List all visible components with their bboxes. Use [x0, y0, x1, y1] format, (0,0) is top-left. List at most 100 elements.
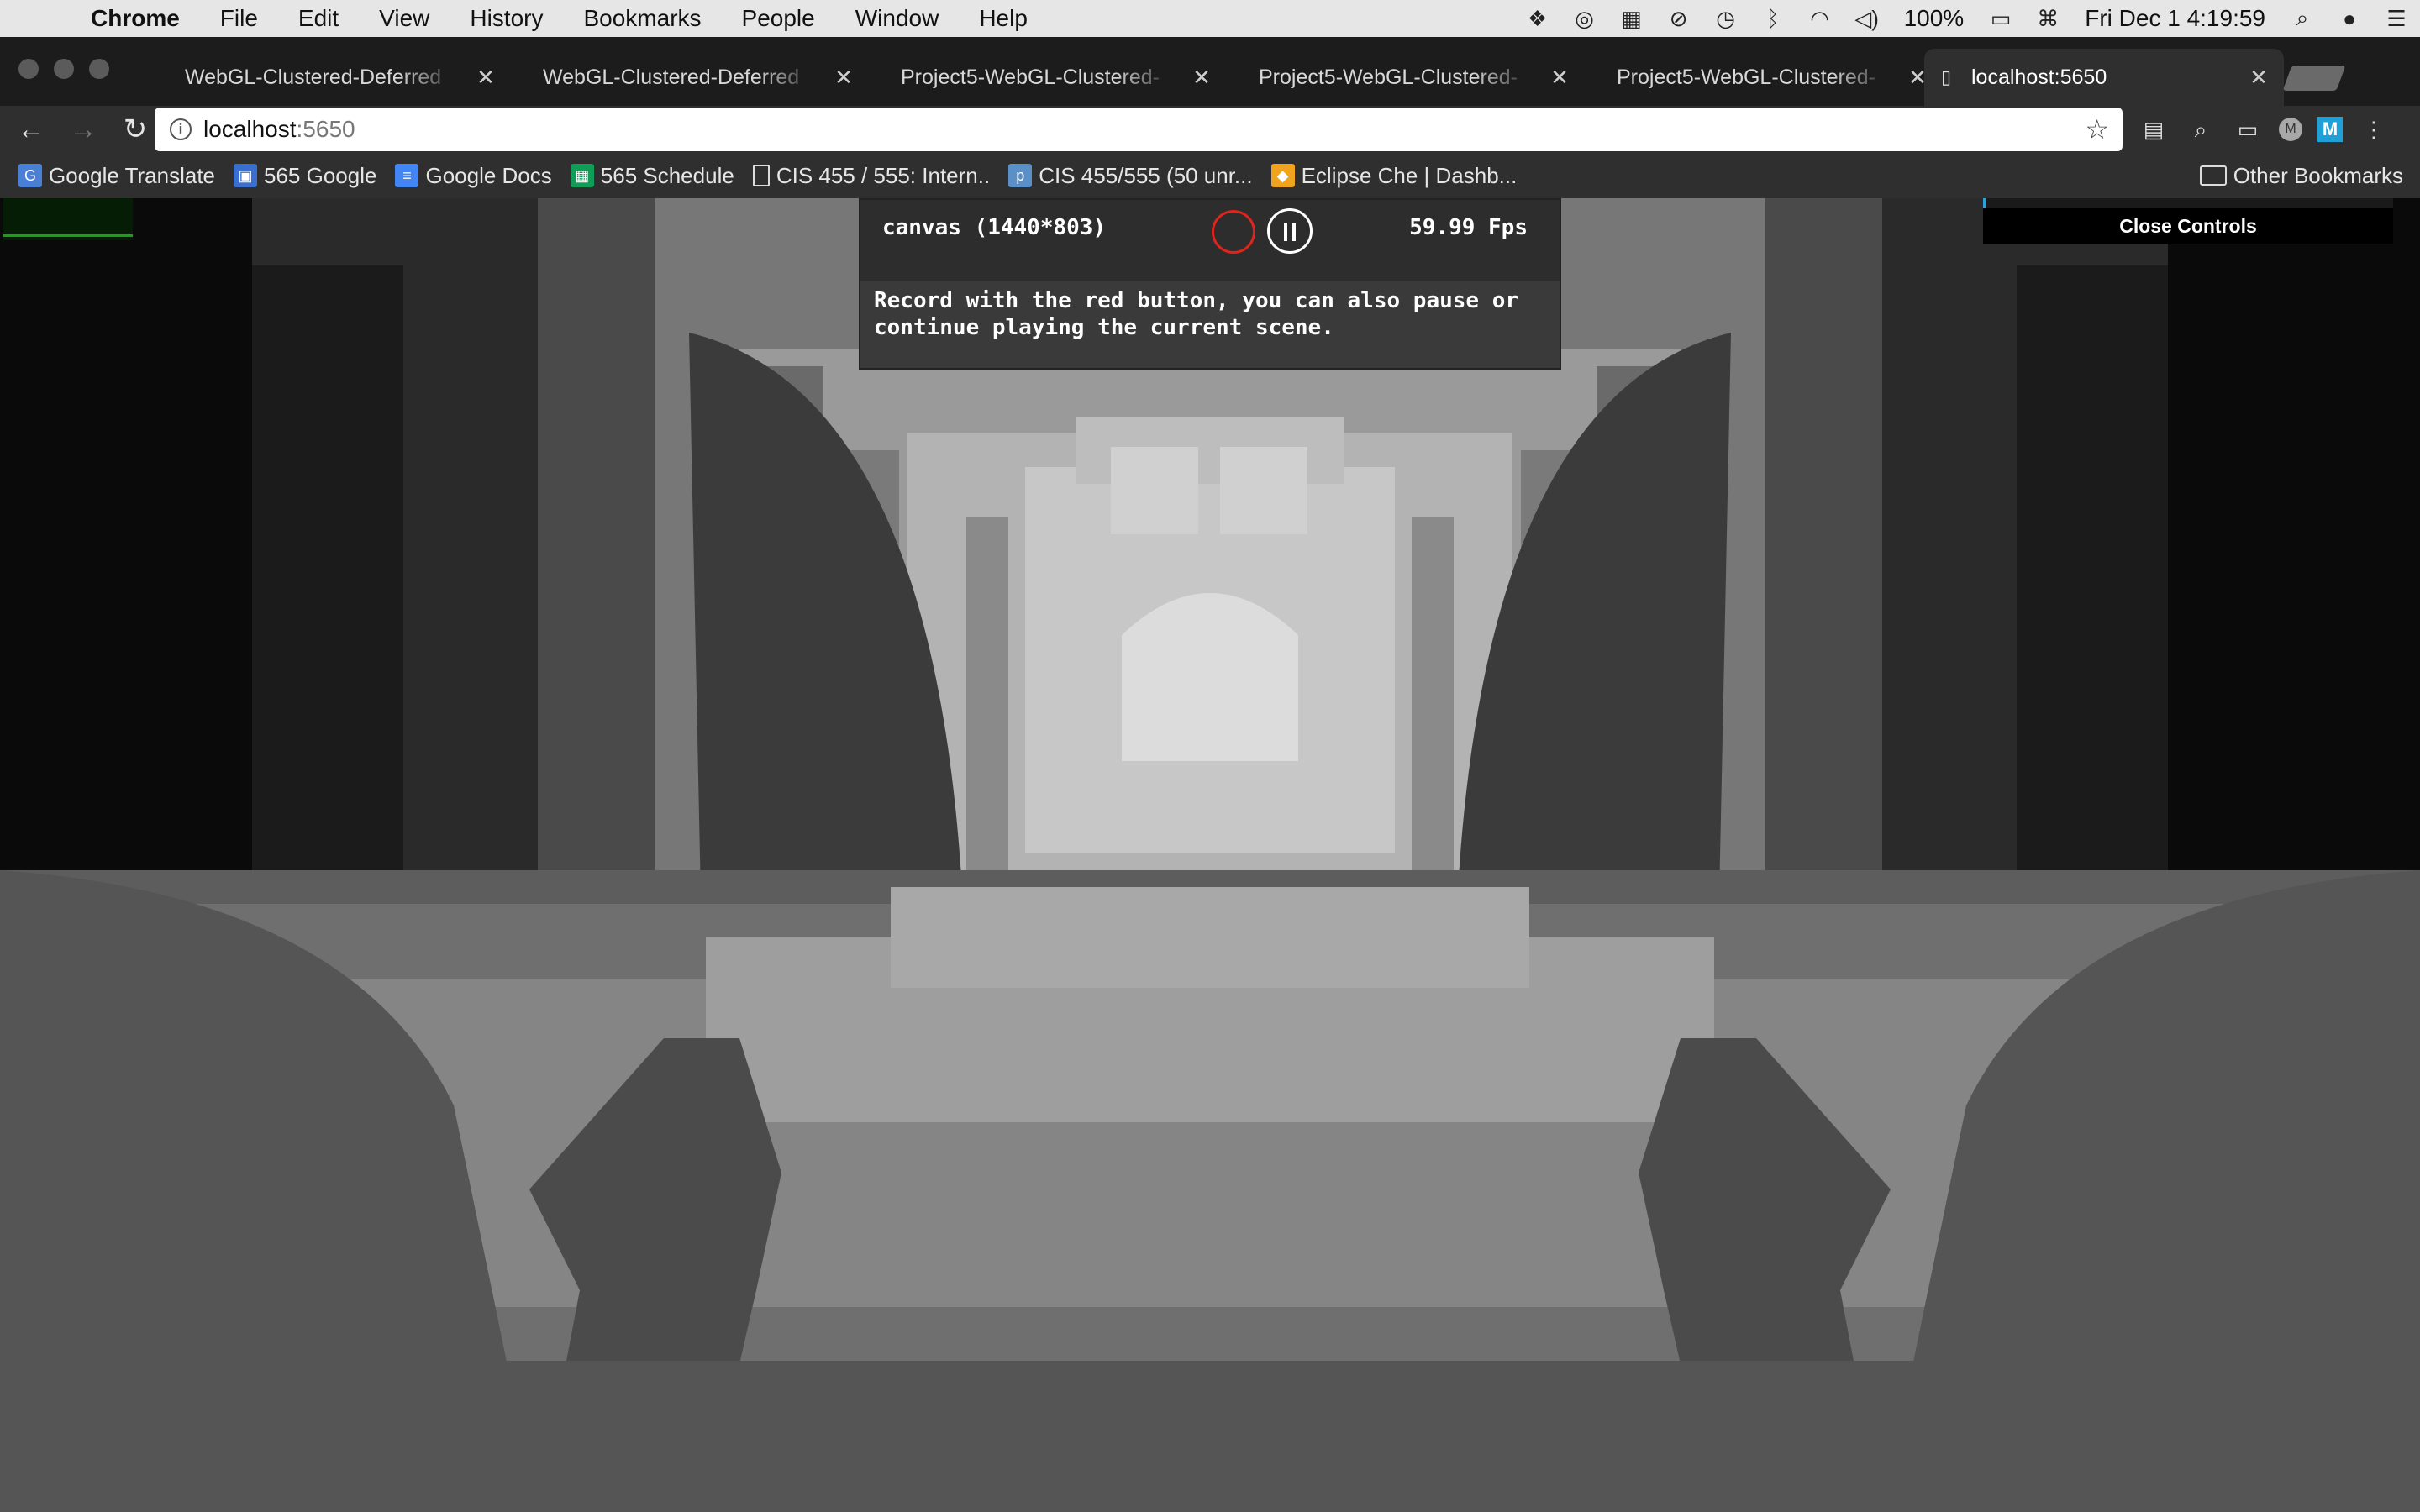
menu-view[interactable]: View — [359, 5, 450, 32]
close-tab-icon[interactable]: ✕ — [2233, 65, 2284, 91]
creative-cloud-icon[interactable]: ◎ — [1561, 6, 1608, 32]
webgl-viewport[interactable]: canvas (1440*803) 59.99 Fps Record with … — [0, 198, 2420, 1512]
bookmark-label: CIS 455/555 (50 unr... — [1039, 162, 1253, 188]
folder-icon — [2199, 165, 2227, 186]
close-tab-icon[interactable]: ✕ — [460, 65, 511, 91]
google-sites-icon: ▣ — [234, 164, 258, 187]
info-icon[interactable]: i — [170, 118, 192, 140]
piazza-icon: p — [1008, 164, 1033, 187]
recorder-header — [860, 200, 1560, 281]
tab[interactable]: WebGL-Clustered-Deferred ✕ — [151, 49, 511, 106]
page-icon: ▯ — [1941, 66, 1952, 87]
bluetooth-icon[interactable]: ᛒ — [1749, 6, 1797, 32]
bookmark-cis-455-intern[interactable]: CIS 455 / 555: Intern.. — [752, 163, 990, 189]
tab[interactable]: Project5-WebGL-Clustered- ✕ — [867, 49, 1227, 106]
bookmarks-bar: G Google Translate ▣ 565 Google ≡ Google… — [0, 153, 2420, 198]
reload-icon[interactable]: ↻ — [114, 113, 156, 146]
fps-counter: 59.99 Fps — [1409, 215, 1528, 240]
menu-history[interactable]: History — [450, 5, 563, 32]
bookmark-565-google[interactable]: ▣ 565 Google — [234, 163, 376, 189]
profile-extension-icon[interactable]: M — [2279, 118, 2302, 141]
tab-title: Project5-WebGL-Clustered- — [1617, 65, 1876, 89]
notification-center-icon[interactable]: ☰ — [2373, 6, 2420, 32]
docker-icon[interactable]: ▦ — [1608, 6, 1655, 32]
canvas-size-label: canvas (1440*803) — [882, 215, 1107, 240]
recorder-hint: Record with the red button, you can also… — [874, 288, 1519, 340]
bookmark-google-docs[interactable]: ≡ Google Docs — [395, 162, 552, 189]
bookmark-eclipse-che[interactable]: ◆ Eclipse Che | Dashb... — [1270, 162, 1518, 189]
time-machine-icon[interactable]: ◷ — [1702, 6, 1749, 32]
tab[interactable]: Project5-WebGL-Clustered- ✕ — [1583, 49, 1943, 106]
bookmark-label: Google Docs — [425, 162, 552, 188]
menu-file[interactable]: File — [200, 5, 278, 32]
browser-toolbar: ← → ↻ i localhost:5650 ☆ ▤ ⌕ ▭ M M ⋮ — [0, 106, 2420, 153]
close-window-button[interactable] — [18, 59, 39, 79]
zoom-window-button[interactable] — [89, 59, 109, 79]
tab-title: WebGL-Clustered-Deferred — [543, 65, 800, 89]
google-translate-icon: G — [18, 164, 42, 187]
menu-edit[interactable]: Edit — [278, 5, 359, 32]
minimize-window-button[interactable] — [54, 59, 74, 79]
forward-arrow-icon[interactable]: → — [62, 113, 104, 146]
battery-icon[interactable]: ▭ — [1977, 6, 2024, 32]
menu-people[interactable]: People — [722, 5, 835, 32]
battery-percent[interactable]: 100% — [1891, 5, 1978, 32]
close-controls-button[interactable]: Close Controls — [1983, 208, 2393, 244]
gui-controls-strip[interactable] — [1983, 198, 2393, 208]
stats-graph-line — [3, 234, 133, 237]
bookmark-label: 565 Schedule — [600, 162, 734, 188]
tab-title: Project5-WebGL-Clustered- — [1259, 65, 1518, 89]
rendered-scene[interactable] — [0, 198, 2420, 1512]
tab-strip: WebGL-Clustered-Deferred ✕ WebGL-Cluster… — [0, 37, 2420, 106]
close-tab-icon[interactable]: ✕ — [1534, 65, 1585, 91]
more-menu-icon[interactable]: ⋮ — [2358, 115, 2390, 144]
tab-title: WebGL-Clustered-Deferred — [185, 65, 442, 89]
bookmark-label: 565 Google — [264, 162, 377, 188]
other-bookmarks-label: Other Bookmarks — [2233, 162, 2403, 188]
menu-bookmarks[interactable]: Bookmarks — [563, 5, 721, 32]
volume-icon[interactable]: ◁) — [1844, 6, 1891, 32]
m-extension-icon[interactable]: M — [2317, 117, 2343, 142]
google-sheets-icon: ▦ — [570, 164, 594, 187]
window-controls — [18, 59, 109, 79]
url-host: localhost — [203, 116, 297, 142]
page-icon — [752, 165, 770, 186]
cast-icon[interactable]: ▭ — [2232, 115, 2264, 144]
bookmark-cis-455-piazza[interactable]: p CIS 455/555 (50 unr... — [1008, 162, 1253, 189]
bookmark-565-schedule[interactable]: ▦ 565 Schedule — [570, 162, 734, 189]
bookmark-label: Eclipse Che | Dashb... — [1301, 162, 1518, 188]
bookmark-google-translate[interactable]: G Google Translate — [18, 163, 215, 189]
url-text[interactable]: localhost:5650 — [203, 116, 355, 143]
bookmark-star-icon[interactable]: ☆ — [2085, 113, 2109, 145]
dropbox-icon[interactable]: ❖ — [1514, 6, 1561, 32]
pause-button[interactable] — [1267, 208, 1313, 254]
stats-graph[interactable] — [3, 198, 133, 240]
address-bar[interactable]: i localhost:5650 ☆ — [155, 108, 2123, 151]
tab-active[interactable]: ▯ localhost:5650 ✕ — [1924, 49, 2284, 106]
other-bookmarks[interactable]: Other Bookmarks — [2199, 162, 2403, 189]
close-tab-icon[interactable]: ✕ — [1176, 65, 1227, 91]
tab-title: localhost:5650 — [1971, 65, 2107, 89]
menu-window[interactable]: Window — [835, 5, 960, 32]
extension-icon[interactable]: ▤ — [2138, 115, 2170, 144]
back-arrow-icon[interactable]: ← — [10, 113, 52, 146]
close-tab-icon[interactable]: ✕ — [818, 65, 869, 91]
spotlight-icon[interactable]: ⌕ — [2279, 5, 2326, 32]
sync-icon[interactable]: ⊘ — [1655, 6, 1702, 32]
menu-app-name[interactable]: Chrome — [91, 5, 200, 32]
macos-menu-bar: Chrome File Edit View History Bookmarks … — [0, 0, 2420, 37]
wifi-icon[interactable]: ◠ — [1797, 6, 1844, 32]
clock[interactable]: Fri Dec 1 4:19:59 — [2071, 5, 2279, 32]
record-button[interactable] — [1212, 210, 1255, 254]
menu-help[interactable]: Help — [959, 5, 1048, 32]
status-tray: ❖ ◎ ▦ ⊘ ◷ ᛒ ◠ ◁) 100% ▭ ⌘ Fri Dec 1 4:19… — [1514, 0, 2420, 37]
tab[interactable]: WebGL-Clustered-Deferred ✕ — [509, 49, 869, 106]
url-port: :5650 — [296, 116, 355, 142]
tab[interactable]: Project5-WebGL-Clustered- ✕ — [1225, 49, 1585, 106]
search-extension-icon[interactable]: ⌕ — [2185, 115, 2217, 144]
input-source-icon[interactable]: ⌘ — [2024, 6, 2071, 32]
new-tab-button[interactable] — [2282, 66, 2346, 91]
recorder-panel: canvas (1440*803) 59.99 Fps Record with … — [859, 198, 1561, 370]
siri-icon[interactable]: ● — [2326, 6, 2373, 32]
eclipse-che-icon: ◆ — [1270, 164, 1295, 187]
